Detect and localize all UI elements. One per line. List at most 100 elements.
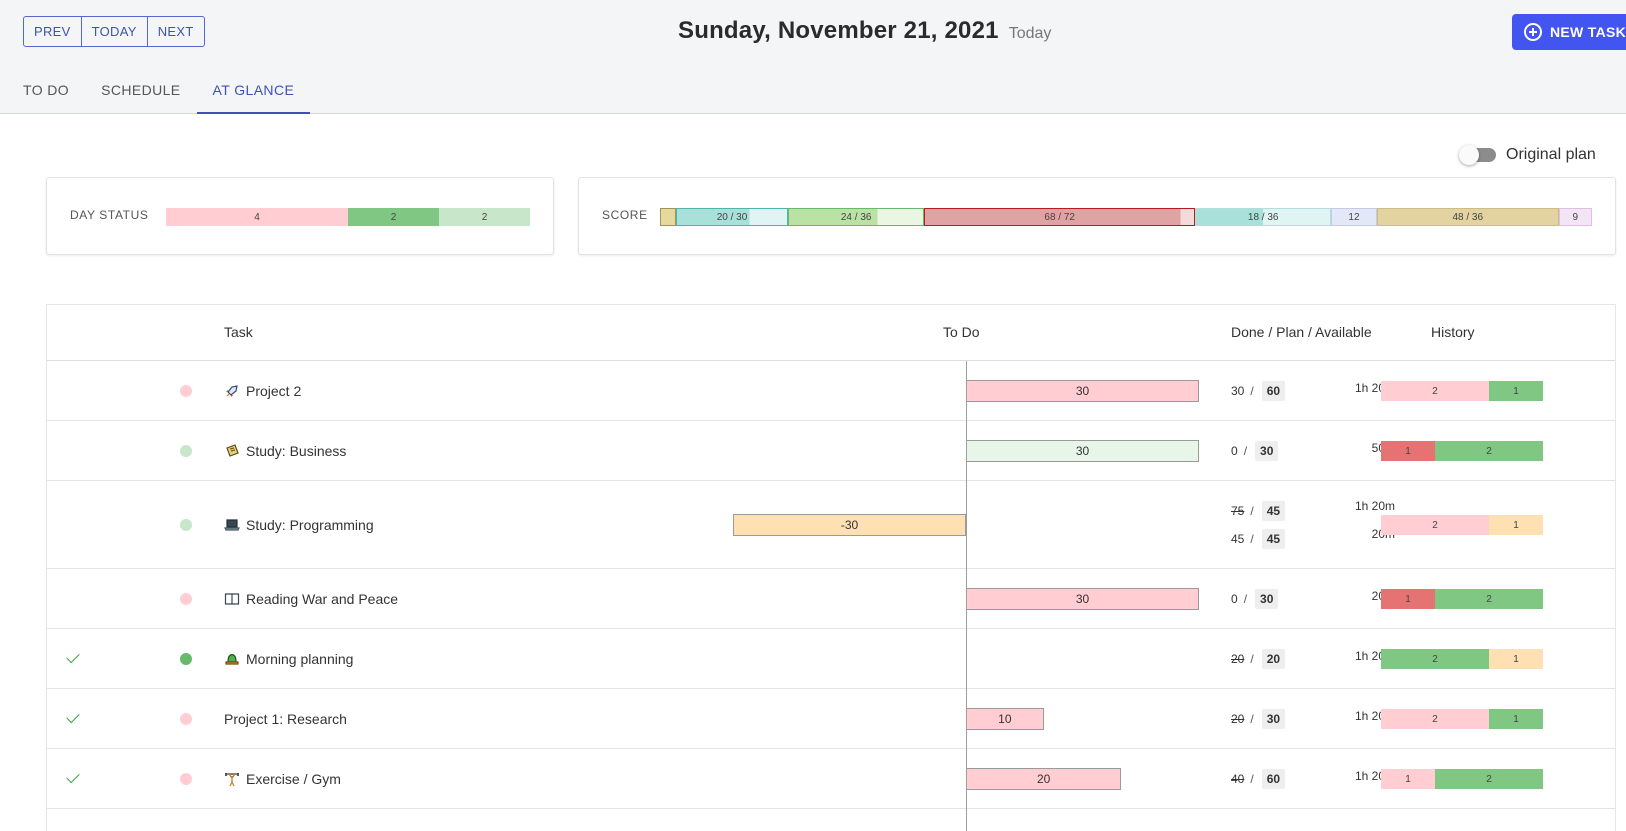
available-time: 1h 20m [1354,499,1395,513]
history-bar: 21 [1381,649,1543,669]
header-history: History [1431,324,1475,340]
done-plan-values: 0 / 30 [1231,441,1279,461]
plan-value: 45 [1261,501,1286,521]
table-header: Task To Do Done / Plan / Available Histo… [47,305,1615,361]
checkmark-icon [66,709,80,724]
separator: / [1243,444,1248,458]
header-task: Task [224,324,253,340]
score-segment-label: 9 [1572,211,1578,223]
table-row: Reading War and Peace300/3020m12 [47,569,1615,629]
done-plan-values: 20 / 30 [1231,709,1286,729]
separator: / [1250,384,1254,398]
checkmark-icon [66,649,80,664]
task-name[interactable]: Morning planning [224,650,353,668]
table-row: Study: Programming-3075/451h 20m45/4520m… [47,481,1615,569]
history-segment: 1 [1489,649,1543,669]
plan-value: 30 [1255,589,1279,609]
score-segment-label: 48 / 36 [1452,211,1484,223]
score-segment-label: 20 / 30 [716,211,748,223]
bell-icon [224,651,240,667]
task-name[interactable]: Exercise / Gym [224,770,341,788]
score-segment: 20 / 30 [675,208,789,226]
new-task-button[interactable]: NEW TASK [1512,14,1626,50]
task-label: Exercise / Gym [246,771,341,787]
current-date: Sunday, November 21, 2021 [678,17,999,44]
plan-value: 20 [1261,649,1286,669]
separator: / [1250,772,1254,786]
status-dot [180,773,192,785]
tab-todo[interactable]: TO DO [0,72,85,114]
history-bar: 21 [1381,381,1543,401]
task-name[interactable]: Project 2 [224,382,301,400]
tab-schedule[interactable]: SCHEDULE [85,72,196,114]
plan-value: 30 [1261,709,1286,729]
prev-button[interactable]: PREV [24,17,82,46]
header-done-plan-available: Done / Plan / Available [1231,324,1372,340]
separator: / [1250,532,1254,546]
done-value: 75 [1231,504,1245,518]
toggle-label: Original plan [1506,146,1596,163]
todo-bar: 30 [966,588,1199,610]
done-value: 30 [1231,384,1245,398]
next-button[interactable]: NEXT [148,17,204,46]
status-dot [180,653,192,665]
date-navigation: PREV TODAY NEXT [23,16,205,47]
task-name[interactable]: Reading War and Peace [224,590,398,608]
plan-value: 60 [1261,769,1286,789]
view-tabs: TO DO SCHEDULE AT GLANCE [0,72,311,114]
weightlifter-icon [224,771,240,787]
history-bar: 12 [1381,769,1543,789]
separator: / [1250,504,1254,518]
score-segment: 24 / 36 [788,208,925,226]
history-bar: 21 [1381,709,1543,729]
done-plan-values: 20 / 20 [1231,649,1286,669]
score-bar: 20 / 30 24 / 36 68 / 72 18 / 36 12 48 / 36 9 [660,208,1592,226]
task-name[interactable]: Project 1: Research [224,710,347,728]
task-label: Project 1: Research [224,711,347,727]
add-circle-icon [1524,23,1542,41]
task-name[interactable]: Study: Programming [224,516,374,534]
task-label: Morning planning [246,651,354,667]
score-segment-label: 12 [1348,211,1360,223]
history-segment: 2 [1435,589,1543,609]
plan-value: 60 [1261,381,1286,401]
status-dot [180,519,192,531]
history-segment: 1 [1381,769,1435,789]
day-status-segment: 4 [166,208,348,226]
done-plan-values: 45 / 45 [1231,529,1286,549]
plan-value: 30 [1255,441,1279,461]
history-segment: 2 [1435,769,1543,789]
day-status-segment: 2 [439,208,530,226]
history-segment: 1 [1489,381,1543,401]
todo-bar: 30 [966,440,1199,462]
score-card: SCORE 20 / 30 24 / 36 68 / 72 18 / 36 12 48 /… [578,177,1616,255]
task-name[interactable]: Study: Business [224,442,346,460]
task-label: Study: Programming [246,517,374,533]
separator: / [1250,652,1254,666]
original-plan-toggle[interactable]: Original plan [1459,145,1596,165]
history-segment: 2 [1381,515,1489,535]
today-button[interactable]: TODAY [82,17,148,46]
plan-value: 45 [1261,529,1286,549]
page-title: Sunday, November 21, 2021 Today [678,17,1051,45]
toggle-knob [1459,145,1479,165]
status-dot [180,385,192,397]
header-todo: To Do [943,324,980,340]
history-bar: 21 [1381,515,1543,535]
todo-zero-axis [966,361,967,831]
tab-at-glance[interactable]: AT GLANCE [196,72,311,114]
day-status-bar: 422 [166,208,530,226]
todo-bar: 10 [966,708,1044,730]
score-segment: 18 / 36 [1195,208,1332,226]
history-segment: 2 [1381,649,1489,669]
history-segment: 2 [1381,709,1489,729]
day-status-segment: 2 [348,208,439,226]
toggle-switch[interactable] [1459,145,1496,165]
history-bar: 12 [1381,589,1543,609]
done-plan-values: 75 / 45 [1231,501,1286,521]
status-dot [180,445,192,457]
done-value: 45 [1231,532,1245,546]
table-row: Study: Business300/3050m12 [47,421,1615,481]
task-label: Study: Business [246,443,347,459]
done-value: 0 [1231,444,1238,458]
